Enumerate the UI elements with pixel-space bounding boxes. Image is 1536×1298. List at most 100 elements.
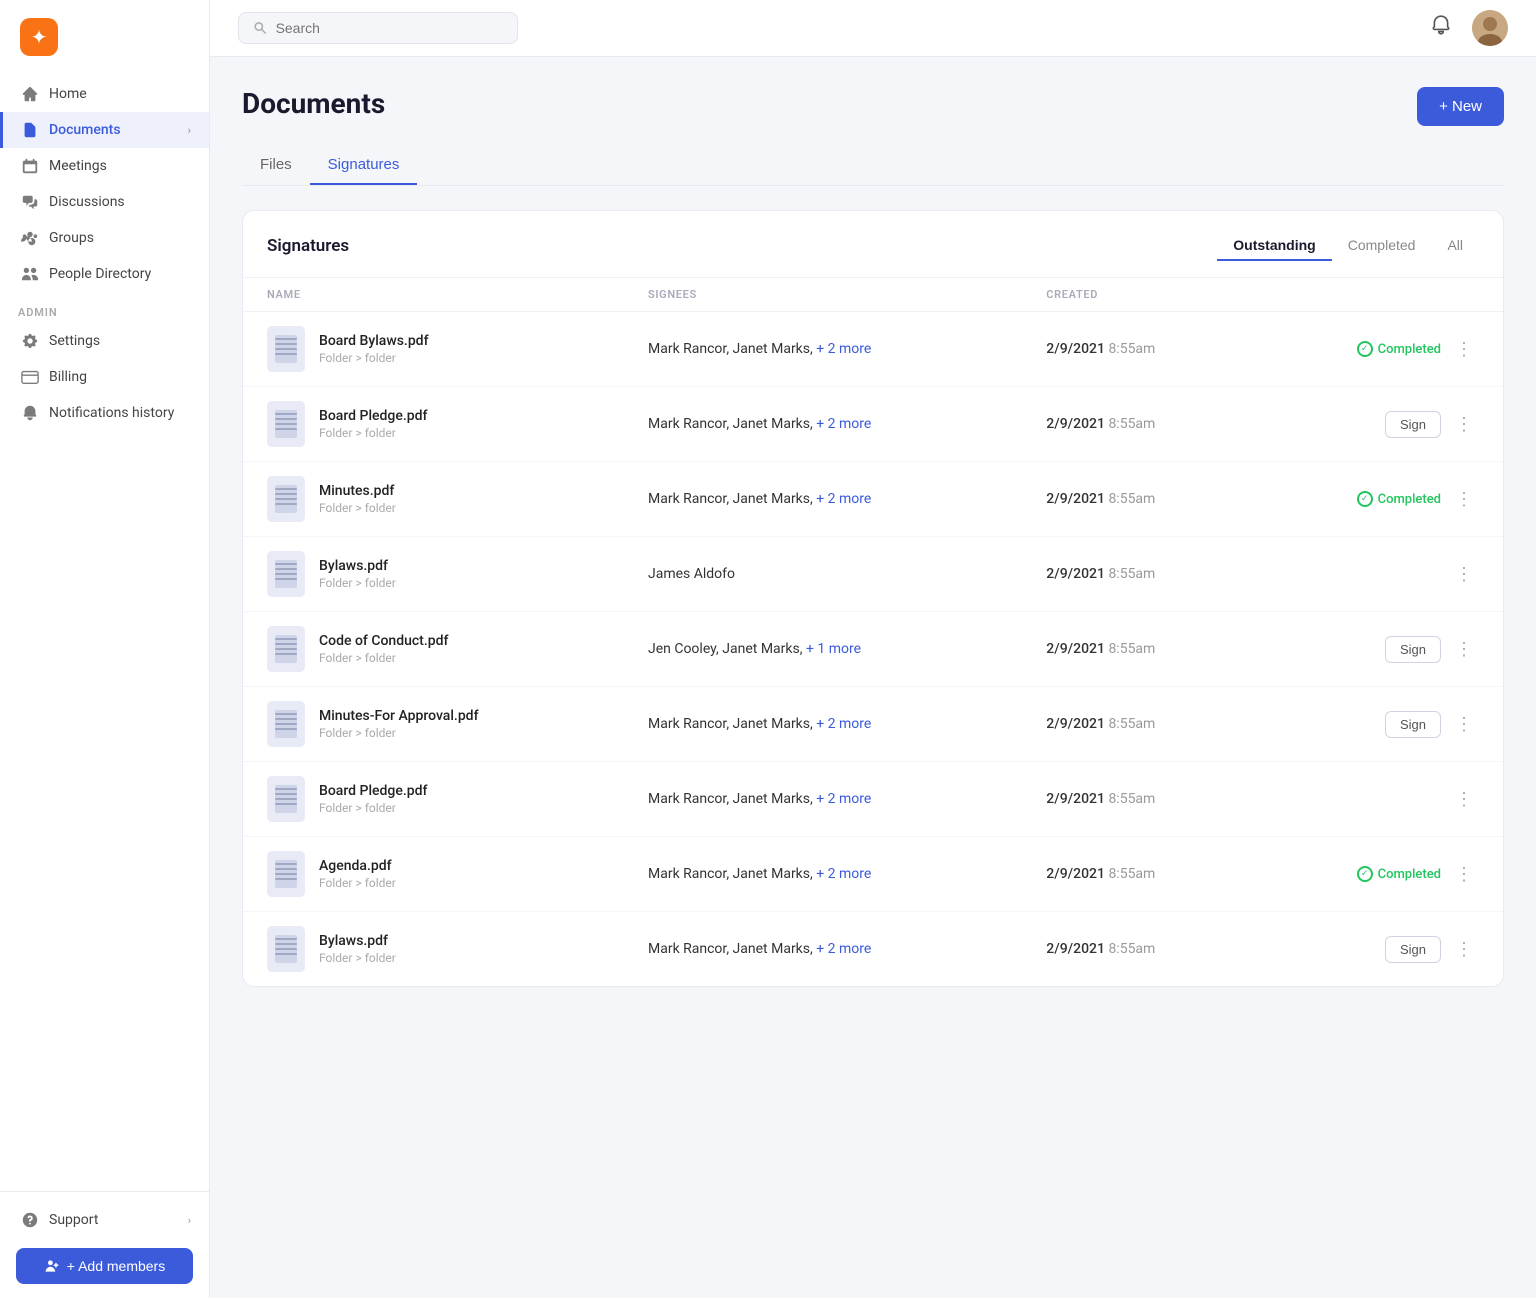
sidebar-item-documents[interactable]: Documents ›	[0, 112, 209, 148]
doc-line	[275, 498, 297, 500]
created-date: 2/9/2021	[1046, 791, 1105, 807]
filter-tab-all[interactable]: All	[1431, 231, 1479, 261]
doc-line	[275, 653, 297, 655]
created-date: 2/9/2021	[1046, 491, 1105, 507]
user-avatar[interactable]	[1472, 10, 1508, 46]
doc-cell: Minutes.pdf Folder > folder	[267, 476, 600, 522]
signees-more: + 2 more	[816, 416, 871, 432]
add-members-button[interactable]: + Add members	[16, 1248, 193, 1284]
signees-cell: Mark Rancor, Janet Marks, + 2 more	[624, 837, 1022, 912]
action-cell-inner: Sign ⋮	[1277, 636, 1479, 663]
doc-icon	[267, 776, 305, 822]
check-circle-icon: ✓	[1357, 341, 1373, 357]
doc-name-cell: Minutes-For Approval.pdf Folder > folder	[243, 687, 624, 762]
table-row: Minutes-For Approval.pdf Folder > folder…	[243, 687, 1503, 762]
signees-more: + 2 more	[816, 491, 871, 507]
col-signees: SIGNEES	[624, 278, 1022, 312]
col-created: CREATED	[1022, 278, 1253, 312]
sidebar-item-notifications-label: Notifications history	[49, 405, 174, 421]
search-box[interactable]	[238, 12, 518, 44]
action-cell: ✓ Completed ⋮	[1253, 837, 1503, 912]
sidebar-item-meetings[interactable]: Meetings	[0, 148, 209, 184]
signees-more: + 2 more	[816, 791, 871, 807]
completed-label: Completed	[1378, 492, 1441, 507]
more-options-button[interactable]: ⋮	[1449, 636, 1479, 662]
sidebar-item-support-label: Support	[49, 1212, 98, 1228]
signees-text: Mark Rancor, Janet Marks,	[648, 491, 816, 507]
more-options-button[interactable]: ⋮	[1449, 936, 1479, 962]
main-content: Documents + New Files Signatures Signatu…	[210, 0, 1536, 1298]
discussions-icon	[21, 193, 39, 211]
signees-cell: James Aldofo	[624, 537, 1022, 612]
signees-text: James Aldofo	[648, 566, 735, 582]
filter-tab-outstanding[interactable]: Outstanding	[1217, 231, 1331, 261]
more-options-button[interactable]: ⋮	[1449, 336, 1479, 362]
sidebar-bottom: Support › + Add members	[0, 1191, 209, 1298]
sidebar-item-support[interactable]: Support ›	[0, 1202, 209, 1238]
new-button[interactable]: + New	[1417, 87, 1504, 126]
more-options-button[interactable]: ⋮	[1449, 711, 1479, 737]
signees-cell: Mark Rancor, Janet Marks, + 2 more	[624, 687, 1022, 762]
sign-button[interactable]: Sign	[1385, 711, 1441, 738]
more-options-button[interactable]: ⋮	[1449, 486, 1479, 512]
signees-text: Mark Rancor, Janet Marks,	[648, 416, 816, 432]
doc-line	[275, 338, 297, 340]
sidebar-item-discussions[interactable]: Discussions	[0, 184, 209, 220]
doc-line	[275, 568, 297, 570]
doc-line	[275, 418, 297, 420]
signees-cell: Mark Rancor, Janet Marks, + 2 more	[624, 762, 1022, 837]
sidebar-item-home[interactable]: Home	[0, 76, 209, 112]
sidebar-item-groups[interactable]: Groups	[0, 220, 209, 256]
created-date: 2/9/2021	[1046, 941, 1105, 957]
doc-line	[275, 793, 297, 795]
doc-path: Folder > folder	[319, 351, 429, 365]
action-cell: Sign ⋮	[1253, 612, 1503, 687]
page-content: Documents + New Files Signatures Signatu…	[210, 57, 1536, 1298]
created-date: 2/9/2021	[1046, 341, 1105, 357]
sidebar-item-groups-label: Groups	[49, 230, 94, 246]
doc-info: Minutes-For Approval.pdf Folder > folder	[319, 708, 479, 740]
doc-line	[275, 488, 297, 490]
filter-outstanding-label: Outstanding	[1233, 237, 1315, 253]
tab-signatures-label: Signatures	[328, 156, 400, 173]
sidebar-item-notifications[interactable]: Notifications history	[0, 395, 209, 431]
sign-button[interactable]: Sign	[1385, 411, 1441, 438]
sidebar-item-settings[interactable]: Settings	[0, 323, 209, 359]
doc-icon	[267, 401, 305, 447]
doc-icon	[267, 626, 305, 672]
notification-bell-icon	[1430, 14, 1452, 36]
doc-path: Folder > folder	[319, 576, 396, 590]
doc-lines	[275, 488, 297, 505]
doc-cell: Bylaws.pdf Folder > folder	[267, 551, 600, 597]
more-options-button[interactable]: ⋮	[1449, 411, 1479, 437]
sign-button[interactable]: Sign	[1385, 936, 1441, 963]
doc-name-cell: Board Pledge.pdf Folder > folder	[243, 387, 624, 462]
more-options-button[interactable]: ⋮	[1449, 861, 1479, 887]
more-options-button[interactable]: ⋮	[1449, 786, 1479, 812]
admin-section-label: ADMIN	[0, 292, 209, 323]
created-time: 8:55am	[1108, 941, 1155, 957]
doc-path: Folder > folder	[319, 801, 427, 815]
sidebar-item-people-directory[interactable]: People Directory	[0, 256, 209, 292]
sidebar-item-discussions-label: Discussions	[49, 194, 125, 210]
created-date: 2/9/2021	[1046, 716, 1105, 732]
doc-line	[275, 638, 297, 640]
tab-signatures[interactable]: Signatures	[310, 146, 418, 185]
sidebar-item-billing[interactable]: Billing	[0, 359, 209, 395]
tab-files[interactable]: Files	[242, 146, 310, 185]
topbar-right	[1426, 10, 1508, 46]
doc-line	[275, 938, 297, 940]
filter-tab-completed[interactable]: Completed	[1332, 231, 1432, 261]
action-cell-inner: ✓ Completed ⋮	[1277, 336, 1479, 362]
search-input[interactable]	[276, 20, 503, 36]
sign-button[interactable]: Sign	[1385, 636, 1441, 663]
filter-all-label: All	[1447, 237, 1463, 253]
more-options-button[interactable]: ⋮	[1449, 561, 1479, 587]
notifications-bell-button[interactable]	[1426, 10, 1456, 46]
doc-path: Folder > folder	[319, 426, 427, 440]
doc-lines	[275, 563, 297, 580]
signees-more: + 2 more	[816, 341, 871, 357]
signees-cell: Mark Rancor, Janet Marks, + 2 more	[624, 387, 1022, 462]
table-row: Board Pledge.pdf Folder > folder Mark Ra…	[243, 387, 1503, 462]
created-cell: 2/9/2021 8:55am	[1022, 837, 1253, 912]
